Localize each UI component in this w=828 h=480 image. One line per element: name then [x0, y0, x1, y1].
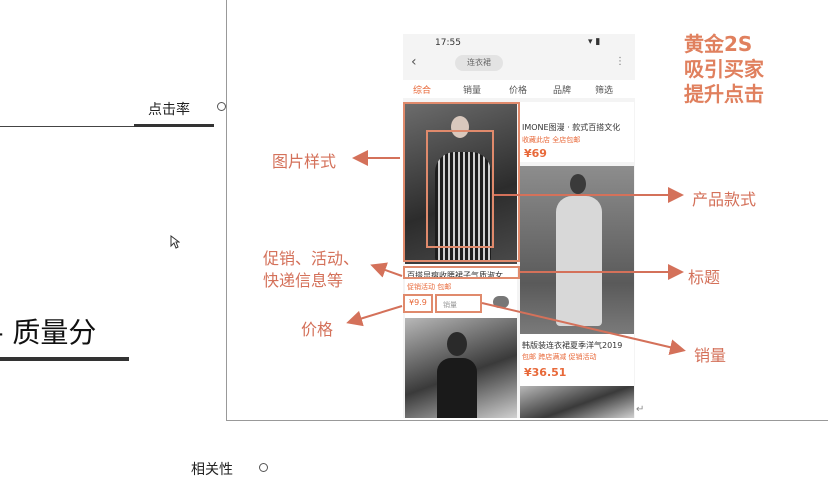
price-label: 价格 [301, 320, 334, 339]
image-style-label: 图片样式 [272, 152, 337, 171]
return-icon: ↵ [636, 404, 645, 415]
headline-annotation: 黄金2S 吸引买家 提升点击 [684, 32, 764, 107]
product-style-label: 产品款式 [692, 190, 757, 209]
headline-line-2: 吸引买家 [684, 57, 764, 81]
headline-line-1: 黄金2S [684, 32, 753, 56]
title-label: 标题 [688, 268, 721, 287]
headline-line-3: 提升点击 [684, 82, 764, 106]
promotion-label-line-2: 快递信息等 [263, 271, 344, 290]
promotion-label-line-1: 促销、活动、 [263, 249, 360, 268]
sales-label: 销量 [694, 346, 727, 365]
